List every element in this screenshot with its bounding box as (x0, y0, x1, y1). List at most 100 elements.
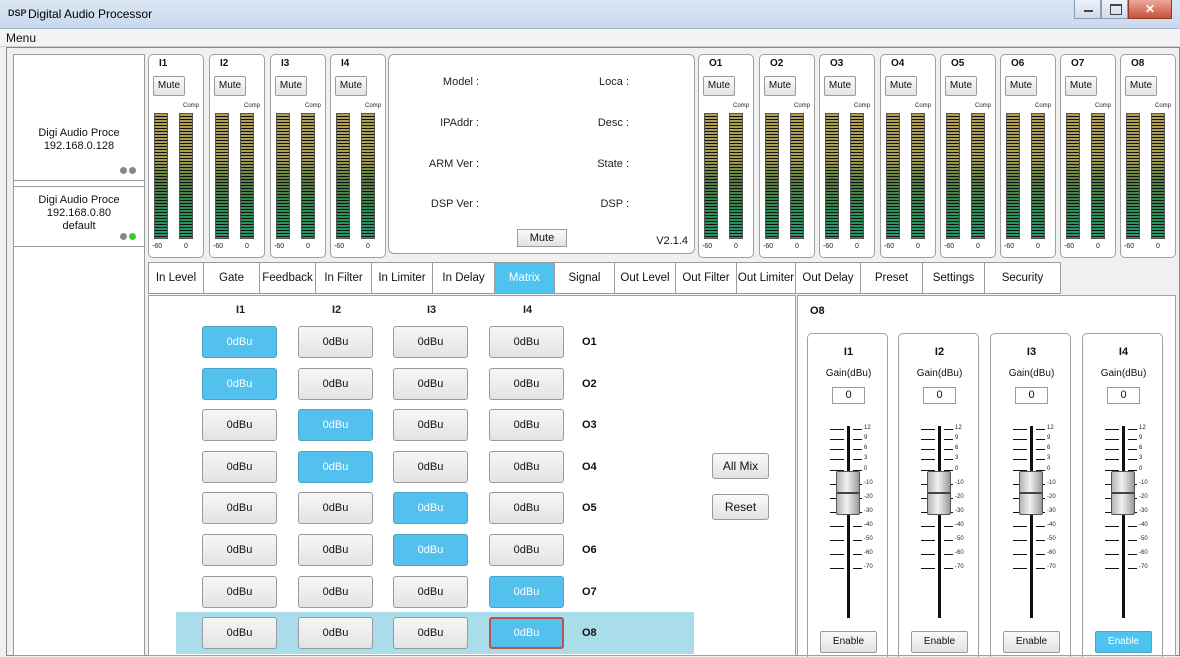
scale-tick (1036, 526, 1045, 527)
matrix-cell[interactable]: 0dBu (489, 368, 564, 400)
tab-in-limiter[interactable]: In Limiter (372, 262, 433, 294)
mute-button[interactable]: Mute (885, 76, 917, 96)
matrix-cell[interactable]: 0dBu (393, 409, 468, 441)
gain-value-field[interactable]: 0 (1107, 387, 1140, 404)
matrix-cell[interactable]: 0dBu (202, 534, 277, 566)
matrix-cell[interactable]: 0dBu (202, 326, 277, 358)
tab-bar: In Level Gate Feedback In Filter In Limiter I… (148, 262, 1176, 294)
matrix-cell[interactable]: 0dBu (489, 534, 564, 566)
fader-knob[interactable] (836, 471, 860, 515)
enable-button[interactable]: Enable (911, 631, 968, 653)
tab-in-delay[interactable]: In Delay (433, 262, 495, 294)
matrix-cell[interactable]: 0dBu (298, 534, 373, 566)
outputs-channel: O6 Mute Comp -60 0 (1000, 54, 1056, 258)
tab-gate[interactable]: Gate (204, 262, 260, 294)
mute-button[interactable]: Mute (1125, 76, 1157, 96)
tab-settings[interactable]: Settings (923, 262, 985, 294)
matrix-cell[interactable]: 0dBu (393, 492, 468, 524)
inputs-channel: I4 Mute Comp -60 0 (330, 54, 386, 258)
matrix-cell[interactable]: 0dBu (202, 492, 277, 524)
matrix-cell[interactable]: 0dBu (298, 368, 373, 400)
matrix-cell[interactable]: 0dBu (489, 492, 564, 524)
mute-button[interactable]: Mute (214, 76, 246, 96)
matrix-cell[interactable]: 0dBu (393, 617, 468, 649)
matrix-cell[interactable]: 0dBu (298, 492, 373, 524)
mute-button[interactable]: Mute (824, 76, 856, 96)
enable-button[interactable]: Enable (1003, 631, 1060, 653)
matrix-column-header: I3 (427, 304, 437, 316)
tab-signal[interactable]: Signal (555, 262, 615, 294)
gain-strip: I2 Gain(dBu) 0 12 9 6 3 0 -10 -20 -30 -40 -50 -60 -70 E… (898, 333, 979, 657)
reset-button[interactable]: Reset (712, 494, 769, 520)
matrix-cell[interactable]: 0dBu (393, 368, 468, 400)
fader-knob[interactable] (1019, 471, 1043, 515)
all-mix-button[interactable]: All Mix (712, 453, 769, 479)
gain-value-field[interactable]: 0 (923, 387, 956, 404)
enable-button[interactable]: Enable (1095, 631, 1152, 653)
meter-max-label: 0 (366, 243, 370, 250)
matrix-cell[interactable]: 0dBu (489, 409, 564, 441)
fader-track (1030, 426, 1033, 618)
tab-in-level[interactable]: In Level (148, 262, 204, 294)
meter-max-label: 0 (795, 243, 799, 250)
matrix-cell[interactable]: 0dBu (298, 409, 373, 441)
scale-tick (853, 568, 862, 569)
matrix-cell[interactable]: 0dBu (489, 451, 564, 483)
matrix-row-label: O4 (582, 461, 597, 473)
close-button[interactable]: ✕ (1128, 0, 1172, 19)
tab-matrix[interactable]: Matrix (495, 262, 555, 294)
matrix-cell[interactable]: 0dBu (202, 576, 277, 608)
tab-out-filter[interactable]: Out Filter (676, 262, 737, 294)
matrix-cell[interactable]: 0dBu (489, 326, 564, 358)
mute-button[interactable]: Mute (275, 76, 307, 96)
matrix-cell[interactable]: 0dBu (202, 409, 277, 441)
matrix-cell[interactable]: 0dBu (298, 451, 373, 483)
matrix-cell[interactable]: 0dBu (202, 451, 277, 483)
comp-label: Comp (1154, 103, 1171, 109)
gain-value-field[interactable]: 0 (832, 387, 865, 404)
master-mute-button[interactable]: Mute (517, 229, 567, 247)
tab-out-level[interactable]: Out Level (615, 262, 676, 294)
matrix-cell[interactable]: 0dBu (298, 576, 373, 608)
scale-label: 12 (864, 425, 871, 431)
device-item-2[interactable]: Digi Audio Proce 192.168.0.80 default (14, 186, 144, 247)
tab-in-filter[interactable]: In Filter (316, 262, 372, 294)
mute-button[interactable]: Mute (703, 76, 735, 96)
device-item-1[interactable]: Digi Audio Proce 192.168.0.128 (14, 120, 144, 181)
tab-out-delay[interactable]: Out Delay (796, 262, 861, 294)
matrix-cell[interactable]: 0dBu (298, 326, 373, 358)
matrix-cell[interactable]: 0dBu (393, 576, 468, 608)
scale-label: 0 (1047, 466, 1051, 472)
mute-button[interactable]: Mute (1065, 76, 1097, 96)
scale-label: 9 (864, 435, 868, 441)
fader-knob[interactable] (1111, 471, 1135, 515)
fader-knob[interactable] (927, 471, 951, 515)
scale-label: -40 (1047, 522, 1056, 528)
matrix-cell[interactable]: 0dBu (489, 576, 564, 608)
matrix-cell[interactable]: 0dBu (298, 617, 373, 649)
mute-button[interactable]: Mute (945, 76, 977, 96)
matrix-cell[interactable]: 0dBu (393, 534, 468, 566)
maximize-button[interactable] (1101, 0, 1128, 19)
menu-item-menu[interactable]: Menu (6, 31, 36, 45)
tab-feedback[interactable]: Feedback (260, 262, 316, 294)
matrix-cell[interactable]: 0dBu (393, 451, 468, 483)
tab-out-limiter[interactable]: Out Limiter (737, 262, 796, 294)
scale-tick (921, 429, 935, 430)
enable-button[interactable]: Enable (820, 631, 877, 653)
matrix-cell[interactable]: 0dBu (393, 326, 468, 358)
scale-tick (853, 439, 862, 440)
tab-preset[interactable]: Preset (861, 262, 923, 294)
mute-button[interactable]: Mute (1005, 76, 1037, 96)
scale-label: -50 (955, 536, 964, 542)
minimize-button[interactable] (1074, 0, 1101, 19)
scale-label: -70 (955, 564, 964, 570)
matrix-cell[interactable]: 0dBu (202, 368, 277, 400)
tab-security[interactable]: Security (985, 262, 1061, 294)
matrix-cell[interactable]: 0dBu (202, 617, 277, 649)
mute-button[interactable]: Mute (335, 76, 367, 96)
gain-value-field[interactable]: 0 (1015, 387, 1048, 404)
matrix-cell[interactable]: 0dBu (489, 617, 564, 649)
mute-button[interactable]: Mute (764, 76, 796, 96)
mute-button[interactable]: Mute (153, 76, 185, 96)
